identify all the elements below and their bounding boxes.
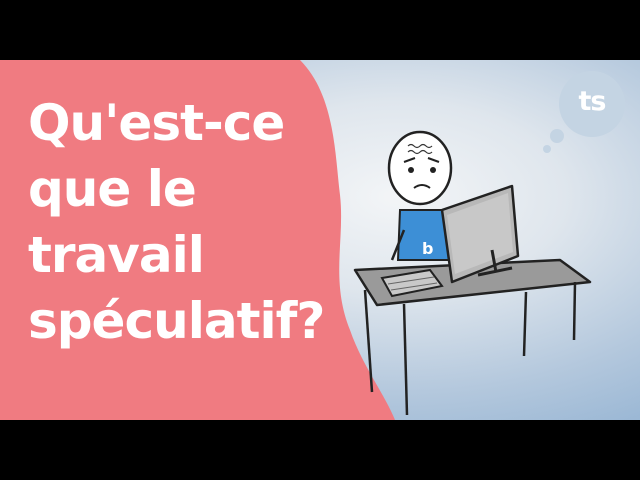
video-frame: Qu'est-ce que le travail spéculatif? b t… <box>0 0 640 480</box>
logo-text: ts <box>578 86 607 117</box>
ts-logo-icon <box>543 71 625 153</box>
thumbnail-stage: Qu'est-ce que le travail spéculatif? b t… <box>0 60 640 420</box>
